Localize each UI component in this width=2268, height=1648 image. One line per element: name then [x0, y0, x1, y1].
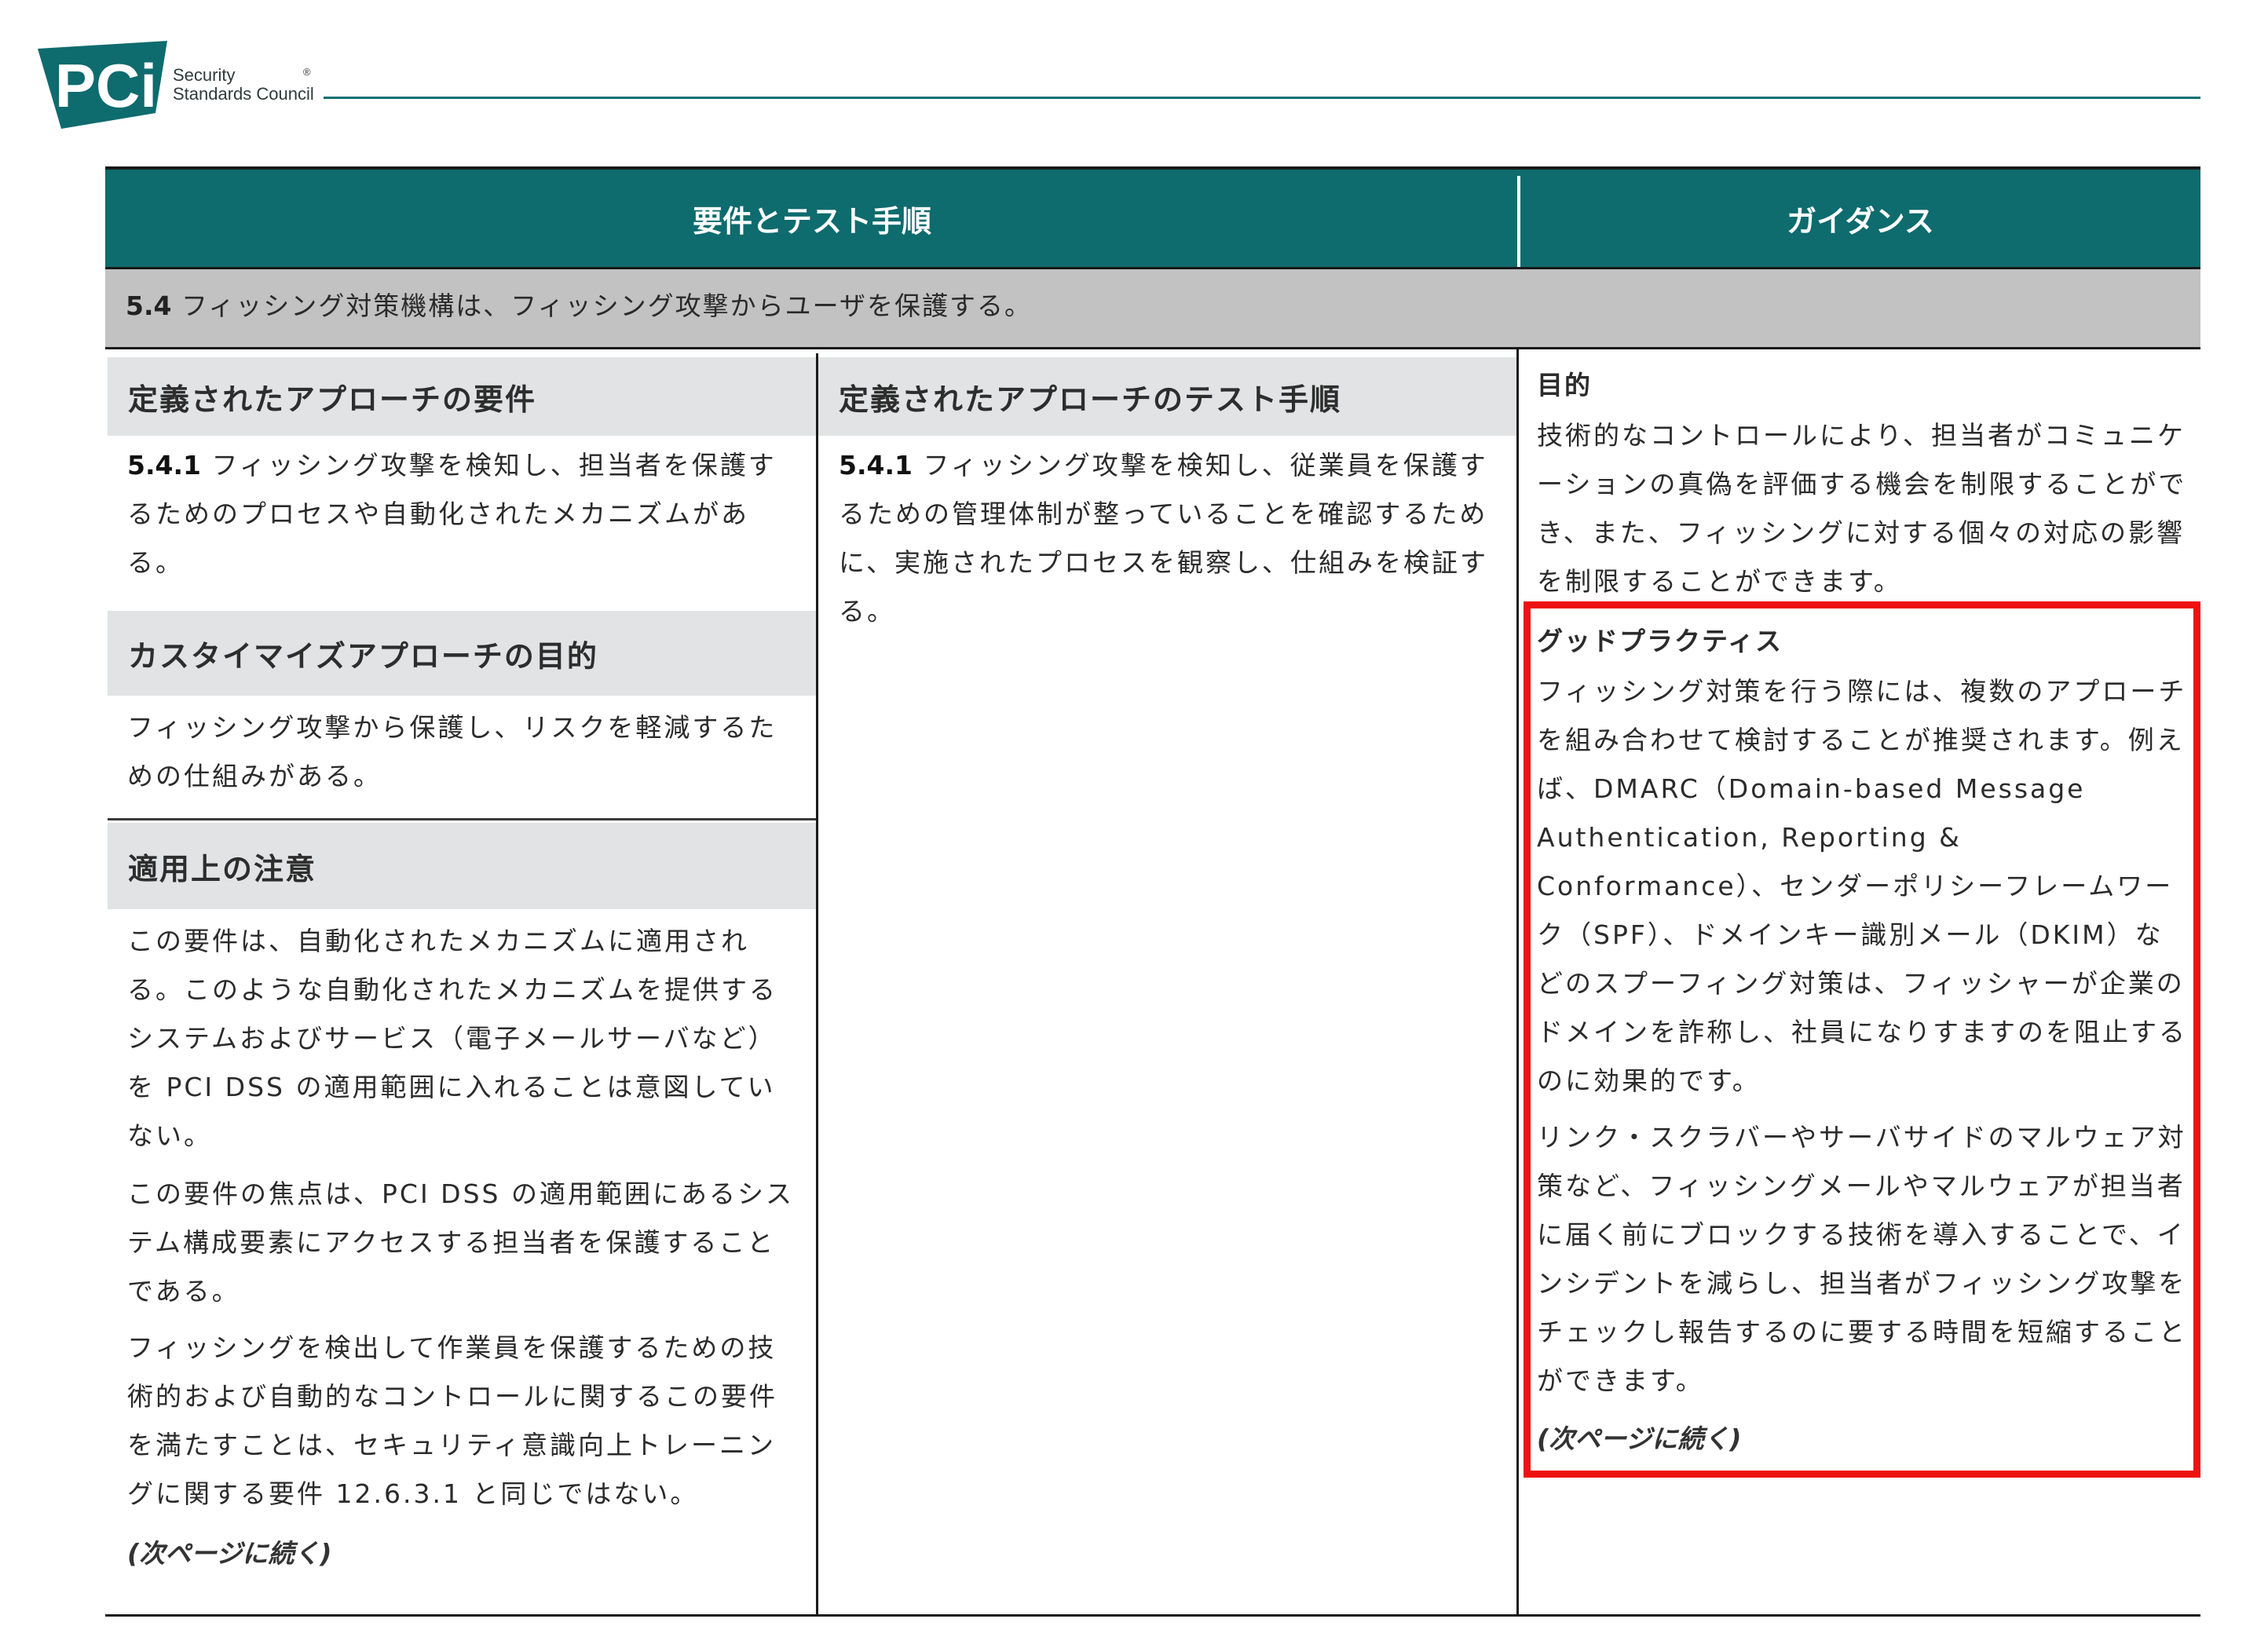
- col-header-requirements: 要件とテスト手順: [692, 203, 931, 239]
- section-row: 5.4 フィッシング対策機構は、フィッシング攻撃からユーザを保護する。: [105, 267, 2200, 347]
- section-number: 5.4: [126, 291, 172, 321]
- applicability-note-3: フィッシングを検出して作業員を保護するための技術的および自動的なコントロールに関…: [127, 1332, 777, 1509]
- registered-mark: ®: [303, 66, 311, 78]
- requirement-number: 5.4.1: [127, 450, 201, 481]
- defined-test-heading: 定義されたアプローチのテスト手順: [818, 357, 1516, 436]
- col-header-guidance: ガイダンス: [1787, 203, 1934, 239]
- requirement-5-4-1: 5.4.1 フィッシング攻撃を検知し、担当者を保護するためのプロセスや自動化され…: [127, 441, 803, 587]
- customized-approach-text: フィッシング攻撃から保護し、リスクを軽減するための仕組みがある。: [127, 712, 777, 791]
- good-practice-heading: グッドプラクティス: [1537, 626, 1783, 656]
- logo-line-2: Standards Council: [173, 84, 314, 104]
- requirement-text: フィッシング攻撃を検知し、担当者を保護するためのプロセスや自動化されたメカニズム…: [127, 450, 777, 578]
- logo-wordmark: Security Standards Council: [173, 66, 314, 104]
- purpose-heading: 目的: [1537, 370, 1592, 400]
- section-title: 5.4 フィッシング対策機構は、フィッシング攻撃からユーザを保護する。: [126, 285, 1032, 323]
- test-number: 5.4.1: [839, 450, 913, 481]
- pci-logo-mark: PCi: [38, 41, 167, 129]
- applicability-note-2: この要件の焦点は、PCI DSS の適用範囲にあるシステム構成要素にアクセスする…: [127, 1178, 794, 1306]
- defined-requirement-heading: 定義されたアプローチの要件: [108, 357, 816, 436]
- section-text: フィッシング対策機構は、フィッシング攻撃からユーザを保護する。: [171, 291, 1032, 321]
- applicability-note-1: この要件は、自動化されたメカニズムに適用される。このような自動化されたメカニズム…: [127, 926, 777, 1151]
- separator: [108, 818, 816, 820]
- table-header-row: 要件とテスト手順 ガイダンス: [105, 170, 2200, 267]
- good-practice-para-1: フィッシング対策を行う際には、複数のアプローチを組み合わせて検討することが推奨さ…: [1537, 676, 2187, 1096]
- column-divider-right: [1516, 347, 1519, 1615]
- good-practice-para-2: リンク・スクラバーやサーバサイドのマルウェア対策など、フィッシングメールやマルウ…: [1537, 1122, 2187, 1396]
- guidance-continued-note: (次ページに続く): [1537, 1423, 1742, 1454]
- logo-mark-text: PCi: [55, 51, 157, 120]
- column-divider-left: [816, 353, 818, 1615]
- pci-ssc-logo: PCi Security Standards Council ®: [38, 41, 328, 135]
- logo-line-1: Security: [173, 65, 236, 85]
- table-bottom-border: [105, 1614, 2200, 1617]
- test-procedure-5-4-1: 5.4.1 フィッシング攻撃を検知し、従業員を保護するための管理体制が整っている…: [839, 441, 1502, 636]
- test-text: フィッシング攻撃を検知し、従業員を保護するための管理体制が整っていることを確認す…: [839, 450, 1489, 627]
- purpose-text: 技術的なコントロールにより、担当者がコミュニケーションの真偽を評価する機会を制限…: [1537, 420, 2187, 597]
- section-bottom-border: [105, 347, 2200, 349]
- left-continued-note: (次ページに続く): [127, 1538, 332, 1569]
- customized-approach-heading: カスタイマイズアプローチの目的: [108, 611, 816, 696]
- header-rule: [324, 97, 2200, 99]
- applicability-notes-heading: 適用上の注意: [108, 823, 816, 909]
